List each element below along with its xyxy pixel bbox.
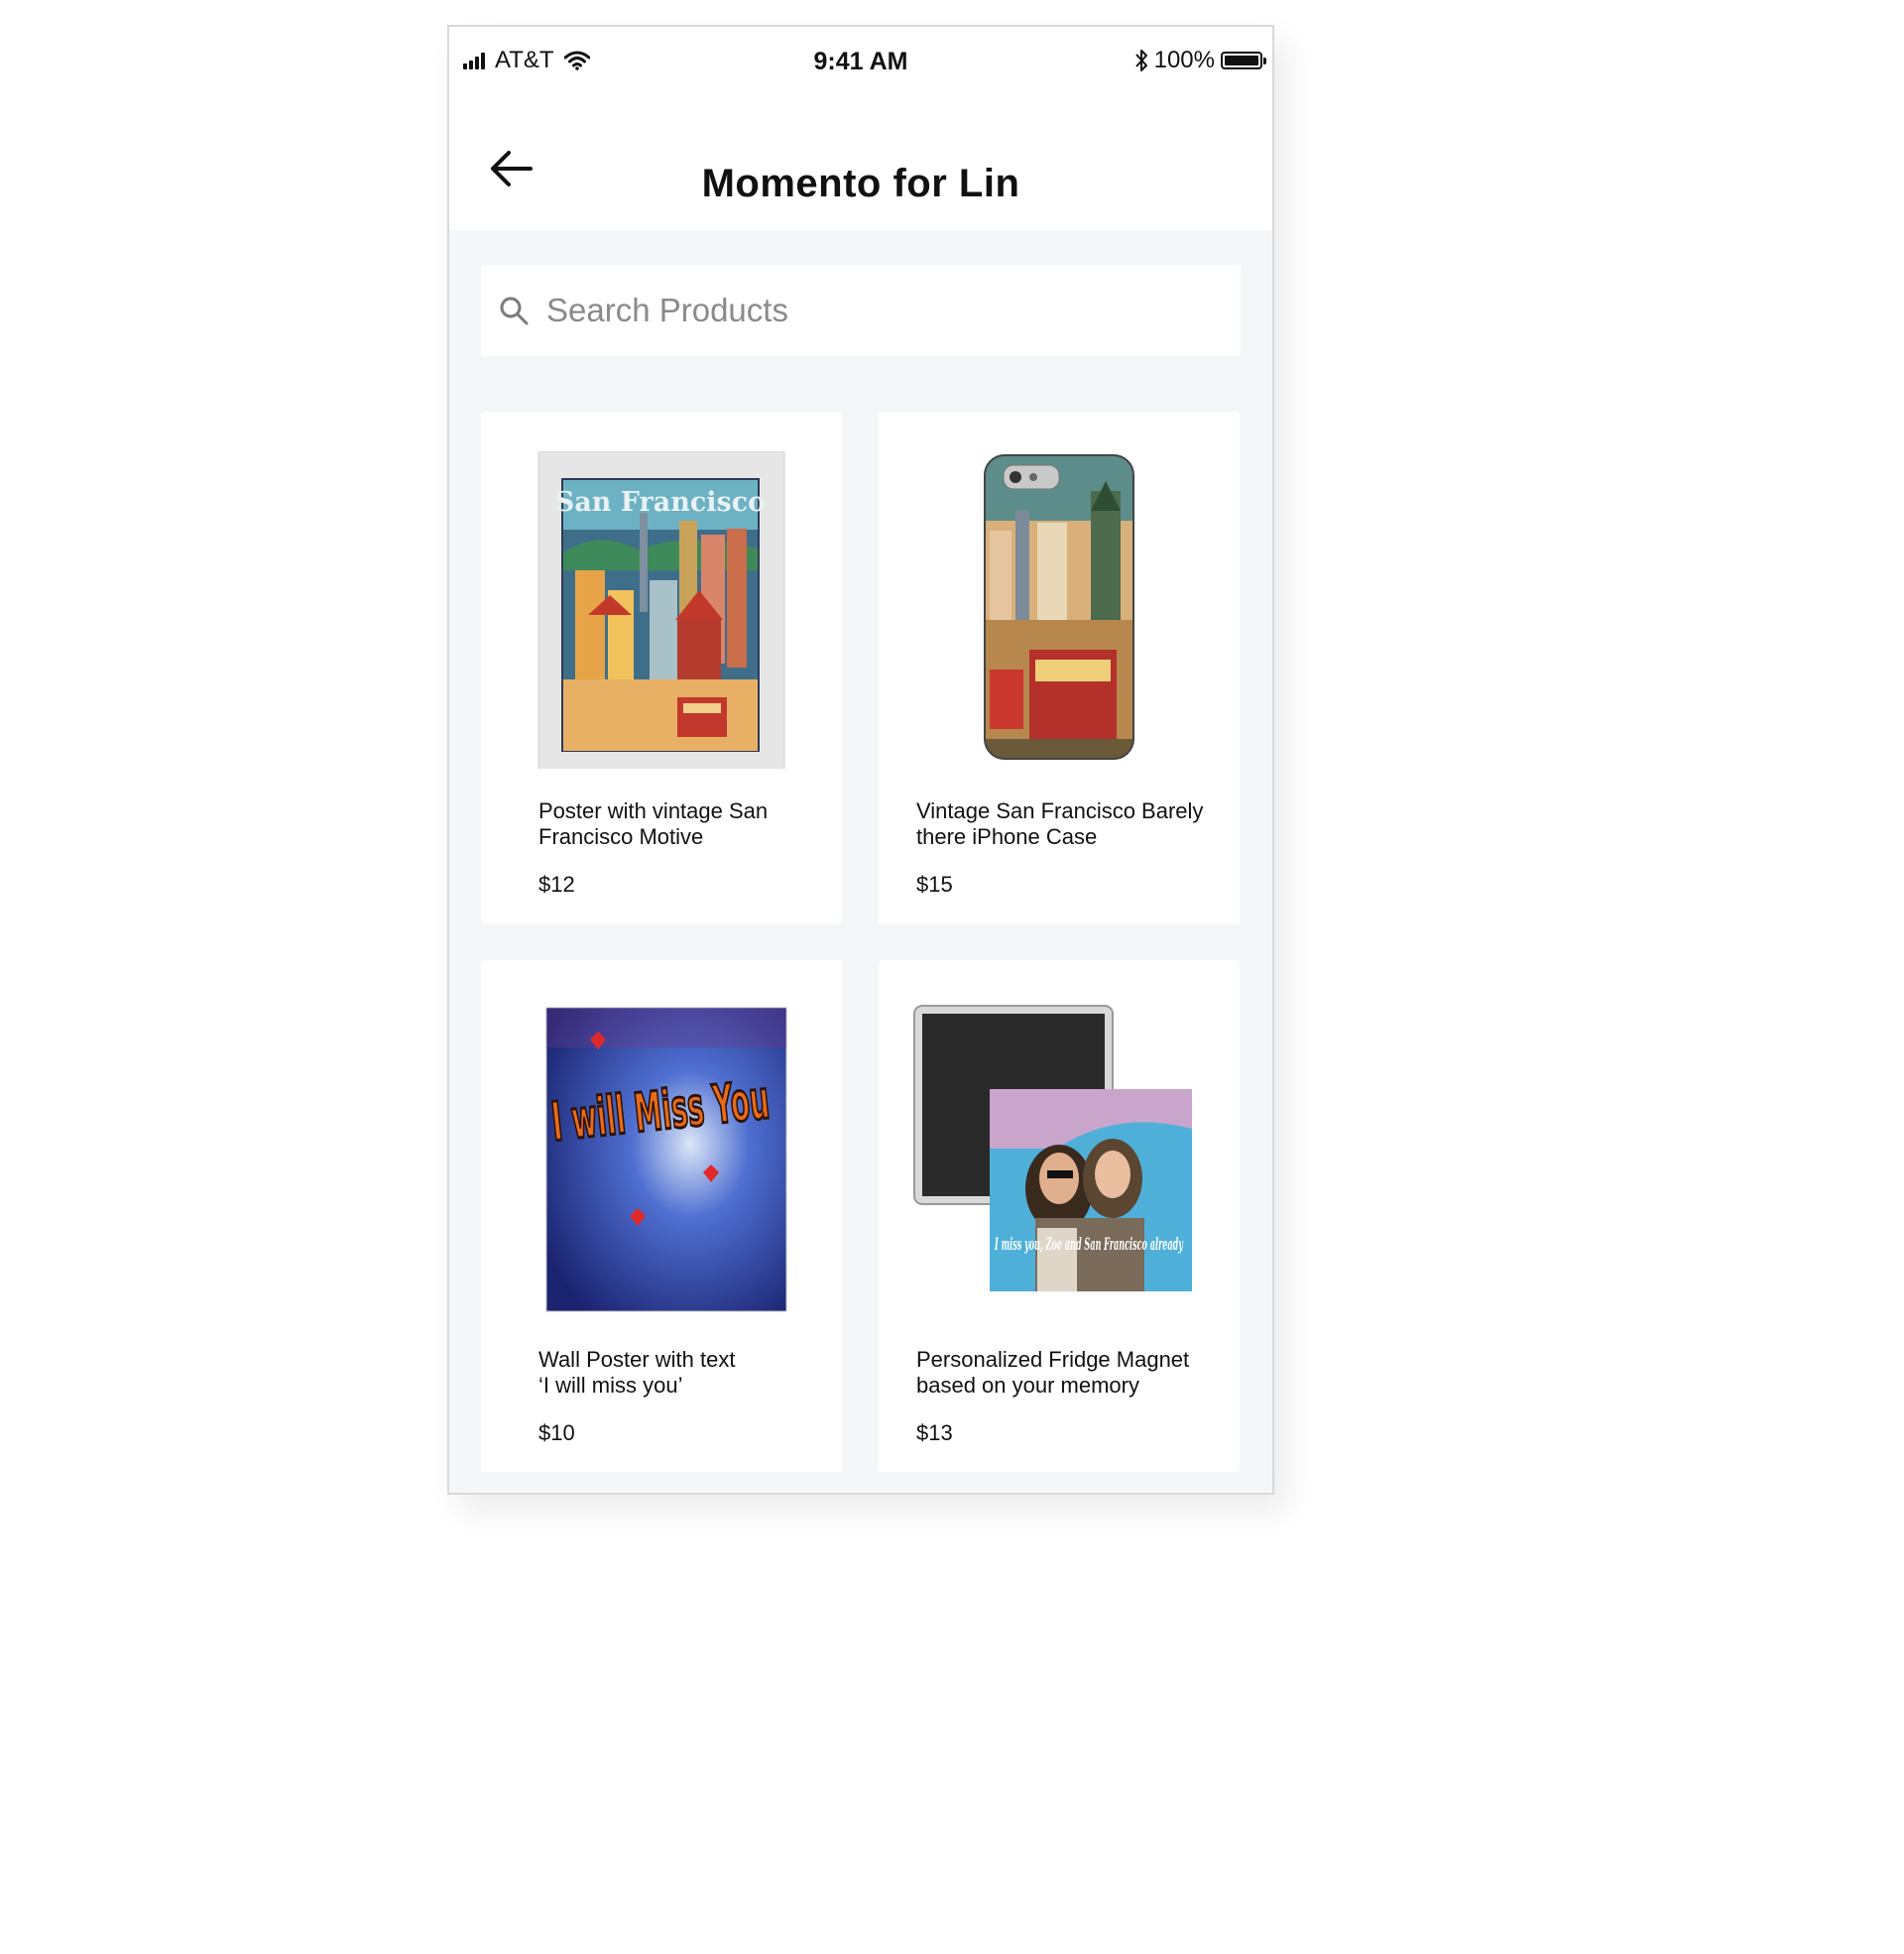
product-name: Wall Poster with text ‘I will miss you’ <box>538 1347 736 1398</box>
product-image: I will Miss You <box>545 1007 787 1312</box>
product-image: San Francisco <box>537 451 785 769</box>
product-price: $12 <box>538 872 575 897</box>
search-bar[interactable] <box>481 265 1241 356</box>
nav-bar: Momento for Lin <box>449 106 1272 230</box>
battery-percent: 100% <box>1153 47 1215 73</box>
status-bar: AT&T 9:41 AM 100% <box>449 27 1272 96</box>
product-card[interactable]: San Francisco Poster with vintage San Fr… <box>481 412 842 923</box>
product-price: $15 <box>916 872 953 897</box>
product-card[interactable]: Vintage San Francisco Barely there iPhon… <box>879 412 1240 923</box>
product-price: $10 <box>538 1420 575 1445</box>
product-name: Vintage San Francisco Barely there iPhon… <box>916 798 1204 849</box>
top-bar: AT&T 9:41 AM 100% Momento for Lin <box>449 27 1272 230</box>
status-right: 100% <box>1134 47 1266 74</box>
poster-title-text: San Francisco <box>555 487 766 518</box>
product-image <box>984 454 1134 760</box>
bluetooth-icon <box>1134 50 1147 71</box>
product-card[interactable]: I will Miss You Wall Poster with text ‘I… <box>481 960 842 1472</box>
magnet-caption-text: I miss you, Zoe and San Francisco alread… <box>995 1235 1184 1255</box>
phone-screen: AT&T 9:41 AM 100% Momento for Lin Search… <box>447 25 1274 1495</box>
search-icon <box>500 297 529 325</box>
product-card[interactable]: I miss you, Zoe and San Francisco alread… <box>879 960 1240 1472</box>
product-price: $13 <box>916 1420 953 1445</box>
product-name: Poster with vintage San Francisco Motive <box>538 798 769 849</box>
page-title: Momento for Lin <box>701 162 1020 205</box>
battery-icon <box>1221 52 1266 69</box>
product-name: Personalized Fridge Magnet based on your… <box>916 1347 1190 1398</box>
search-input[interactable] <box>544 291 1223 330</box>
product-image: I miss you, Zoe and San Francisco alread… <box>913 1005 1192 1291</box>
